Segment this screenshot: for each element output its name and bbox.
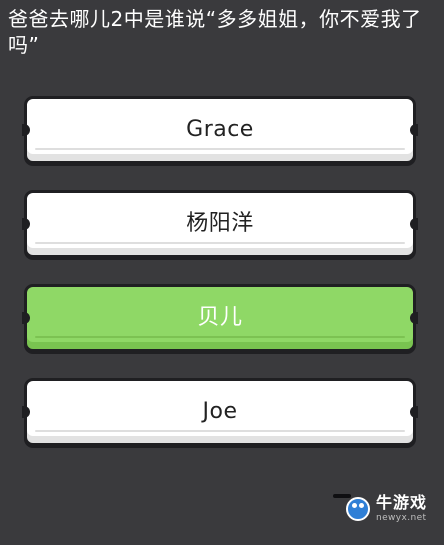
card-notch-right [410, 312, 418, 324]
answer-label: Grace [186, 117, 254, 142]
watermark-brand: 牛游戏 [376, 493, 428, 512]
card-notch-left [22, 406, 30, 418]
question-text: 爸爸去哪儿2中是谁说“多多姐姐，你不爱我了吗” [8, 7, 422, 57]
card-notch-right [410, 406, 418, 418]
card-notch-left [22, 218, 30, 230]
card-notch-left [22, 312, 30, 324]
card-notch-left [22, 124, 30, 136]
watermark: 牛游戏 newyx.net [346, 495, 427, 523]
answer-option-joe[interactable]: Joe [22, 378, 418, 446]
card-notch-right [410, 124, 418, 136]
answer-option-grace[interactable]: Grace [22, 96, 418, 164]
card-notch-right [410, 218, 418, 230]
watermark-url: newyx.net [376, 513, 427, 523]
answer-label: Joe [202, 399, 238, 424]
answer-option-beier[interactable]: 贝儿 [22, 284, 418, 352]
answer-label: 杨阳洋 [186, 211, 254, 236]
answer-label: 贝儿 [197, 305, 243, 330]
answer-option-yangyangyang[interactable]: 杨阳洋 [22, 190, 418, 258]
mascot-icon [346, 497, 370, 521]
answer-list: Grace 杨阳洋 贝儿 Joe [22, 96, 418, 472]
